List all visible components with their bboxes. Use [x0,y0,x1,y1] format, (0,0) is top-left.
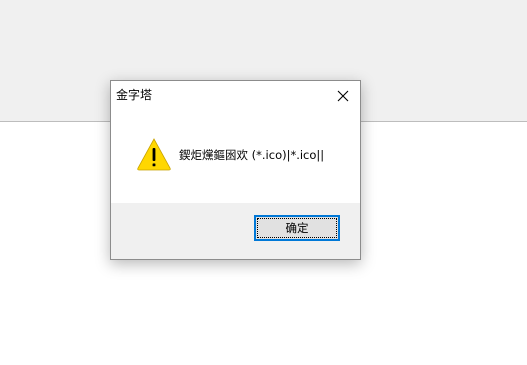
dialog-title: 金字塔 [116,88,153,102]
dialog-message: 鍥炬爣鏂囦欢 (*.ico)|*.ico|| [179,148,325,162]
close-button[interactable] [326,81,360,110]
warning-triangle-icon [137,138,171,171]
ok-button[interactable]: 确定 [254,215,340,241]
close-icon [337,90,349,101]
ok-button-label: 确定 [285,221,309,235]
dialog-titlebar[interactable]: 金字塔 [111,81,360,110]
message-dialog: 金字塔 鍥炬爣鏂囦欢 (*.ico)|*.ico|| 确定 [110,80,361,260]
dialog-button-bar: 确定 [111,203,360,259]
dialog-content: 鍥炬爣鏂囦欢 (*.ico)|*.ico|| [111,110,360,203]
